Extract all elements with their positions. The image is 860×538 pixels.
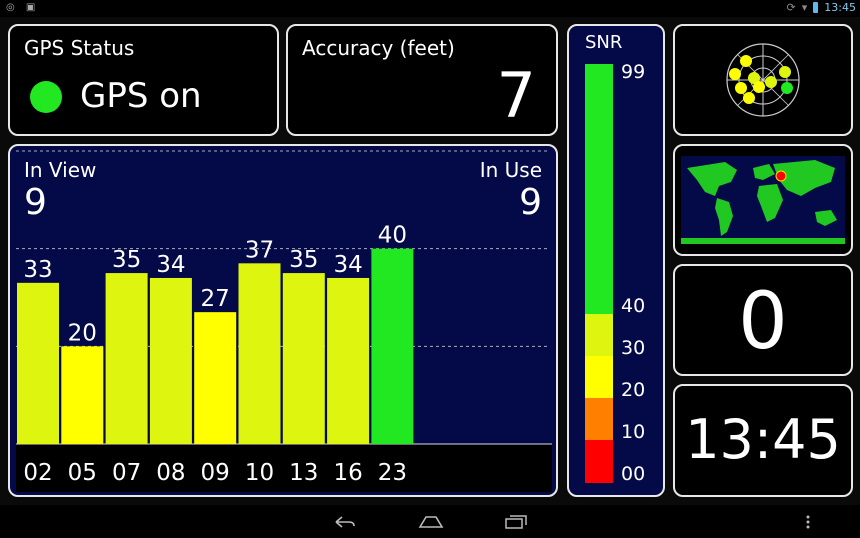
snr-tick-label: 00 <box>621 463 645 485</box>
image-icon: ▣ <box>25 2 36 13</box>
satellite-signal-panel[interactable]: 33 02 20 05 35 07 34 08 27 09 37 10 35 13 34 16 40 23 In … <box>8 144 558 497</box>
battery-icon <box>813 2 819 13</box>
satellite-bar <box>17 282 59 444</box>
sky-view-panel[interactable] <box>673 24 853 136</box>
bar-value-label: 35 <box>112 247 141 273</box>
satellite-id-label: 10 <box>245 460 274 486</box>
snr-tick-label: 30 <box>621 337 645 359</box>
recents-icon[interactable] <box>504 514 528 530</box>
satellite-id-label: 16 <box>333 460 362 486</box>
sky-view-icon <box>726 43 800 117</box>
gps-indicator-icon <box>30 81 62 113</box>
bar-value-label: 20 <box>68 320 97 346</box>
menu-icon[interactable] <box>804 514 812 530</box>
bar-value-label: 37 <box>245 237 274 263</box>
accuracy-panel[interactable]: Accuracy (feet) 7 <box>286 24 558 136</box>
bar-value-label: 35 <box>289 247 318 273</box>
status-bar: ◎ ▣ ⟳ ▾ 13:45 <box>0 0 860 17</box>
home-icon[interactable] <box>418 514 444 530</box>
satellite-bar <box>149 277 192 444</box>
satellite-bar <box>238 263 281 444</box>
snr-scale-segment <box>585 398 613 440</box>
satellite-id-label: 02 <box>23 460 52 486</box>
snr-scale-segment <box>585 356 613 398</box>
in-use-value: 9 <box>519 182 542 223</box>
status-bar-right: ⟳ ▾ 13:45 <box>787 1 856 14</box>
snr-scale-segment <box>585 440 613 483</box>
location-icon: ◎ <box>6 2 15 13</box>
in-view-value: 9 <box>24 182 47 223</box>
snr-tick-label: 99 <box>621 61 645 83</box>
bar-value-label: 34 <box>333 252 362 278</box>
gps-status-value: GPS on <box>80 76 202 116</box>
wifi-icon: ▾ <box>801 1 808 14</box>
snr-scale: 99 40 30 20 10 00 <box>585 61 645 485</box>
snr-scale-segment <box>585 314 613 356</box>
snr-scale-segment <box>585 64 613 314</box>
satellite-id-label: 08 <box>156 460 185 486</box>
snr-title: SNR <box>585 32 623 53</box>
satellite-id-label: 13 <box>289 460 318 486</box>
in-view-label: In View <box>24 158 97 182</box>
satellite-bar <box>327 277 370 444</box>
satellite-id-label: 05 <box>68 460 97 486</box>
navigation-bar <box>0 505 860 538</box>
satellite-id-label: 09 <box>201 460 230 486</box>
status-bar-left: ◎ ▣ <box>6 2 43 13</box>
satellite-bar <box>371 248 414 444</box>
bar-value-label: 33 <box>23 257 52 283</box>
satellite-id-label: 23 <box>378 460 407 486</box>
satellite-bar <box>61 346 104 444</box>
clock-value: 13:45 <box>685 408 841 471</box>
snr-panel: 99 40 30 20 10 00 SNR <box>567 24 665 497</box>
bar-value-label: 40 <box>378 223 407 249</box>
world-map-panel[interactable] <box>673 144 853 256</box>
snr-tick-label: 40 <box>621 295 645 317</box>
bar-value-label: 34 <box>156 252 185 278</box>
snr-tick-label: 10 <box>621 421 645 443</box>
back-icon[interactable] <box>332 514 356 530</box>
satellite-bar <box>105 273 148 444</box>
satellite-bar <box>282 273 325 444</box>
snr-tick-label: 20 <box>621 379 645 401</box>
gps-status-label: GPS Status <box>24 36 135 60</box>
clock-panel[interactable]: 13:45 <box>673 384 853 497</box>
satellite-bar <box>194 312 237 444</box>
accuracy-value: 7 <box>496 59 536 132</box>
status-bar-clock: 13:45 <box>824 1 856 14</box>
satellite-id-label: 07 <box>112 460 141 486</box>
counter-value: 0 <box>738 277 788 367</box>
in-use-label: In Use <box>479 158 542 182</box>
sync-icon: ⟳ <box>786 1 796 14</box>
bar-value-label: 27 <box>201 286 230 312</box>
accuracy-label: Accuracy (feet) <box>302 36 455 60</box>
gps-status-panel[interactable]: GPS Status GPS on <box>8 24 279 136</box>
counter-panel[interactable]: 0 <box>673 264 853 376</box>
satellite-signal-chart: 33 02 20 05 35 07 34 08 27 09 37 10 35 13 34 16 40 23 <box>16 150 552 492</box>
world-map-icon <box>681 156 845 244</box>
